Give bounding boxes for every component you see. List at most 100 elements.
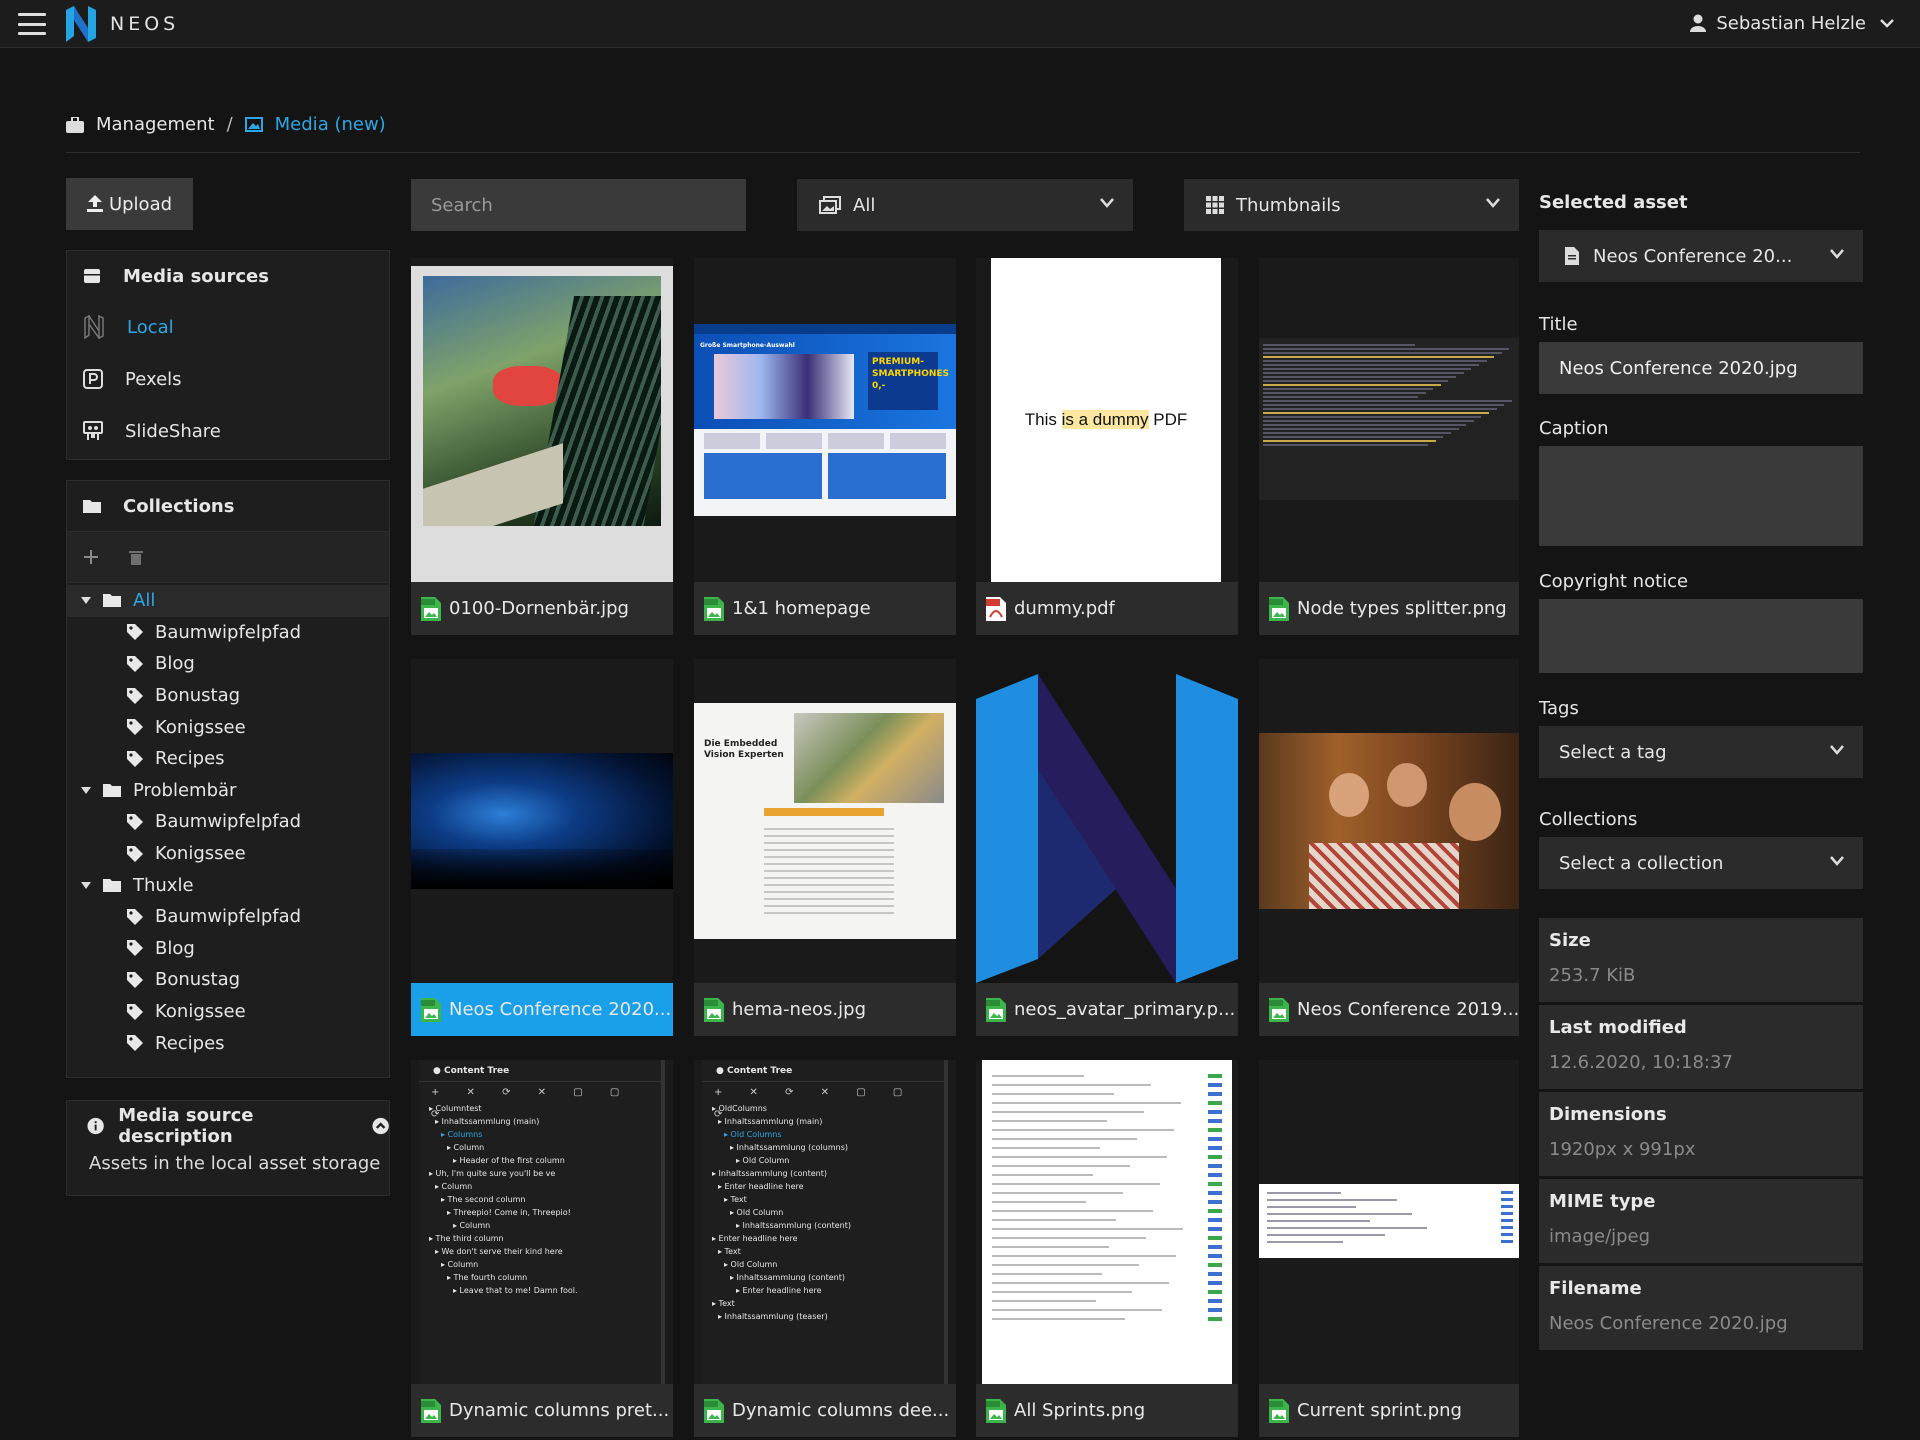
media-type-icon	[819, 196, 841, 214]
pexels-icon	[83, 369, 103, 389]
meta-value: image/jpeg	[1549, 1226, 1651, 1247]
collection-all[interactable]: All	[67, 585, 389, 617]
asset-label: hema-neos.jpg	[732, 999, 866, 1020]
image-file-icon	[1269, 997, 1289, 1022]
image-icon	[244, 117, 263, 132]
chevron-down-icon	[1830, 745, 1844, 755]
menu-toggle-button[interactable]	[16, 10, 48, 38]
chevron-down-icon	[1100, 198, 1114, 208]
caret-down-icon[interactable]	[81, 881, 91, 889]
tree-line: ▸ OldColumns	[712, 1104, 767, 1113]
tag-item-bonustag[interactable]: Bonustag	[67, 680, 389, 712]
tree-line: ▸ Uh, I'm quite sure you'll be ve	[429, 1169, 556, 1178]
meta-filename: Filename Neos Conference 2020.jpg	[1539, 1266, 1863, 1350]
asset-tile[interactable]: ● Content Tree + ✕ ⟳ ✕ ▢ ▢ ⟳ ▸ OldColumns…	[694, 1060, 956, 1437]
breadcrumb-media[interactable]: Media (new)	[244, 114, 386, 135]
tag-item-konigssee[interactable]: Konigssee	[67, 996, 389, 1028]
asset-caption: 0100-Dornenbär.jpg	[411, 582, 673, 635]
meta-value: 253.7 KiB	[1549, 965, 1636, 986]
title-field[interactable]	[1539, 342, 1863, 394]
tree-line: ▸ Inhaltssammlung (columns)	[730, 1143, 848, 1152]
tree-line: ▸ Enter headline here	[736, 1286, 822, 1295]
neos-logo[interactable]: NEOS	[66, 6, 179, 42]
asset-thumbnail	[411, 258, 673, 582]
asset-tile[interactable]: All Sprints.png	[976, 1060, 1238, 1437]
database-icon	[84, 269, 100, 283]
trash-icon	[129, 551, 143, 565]
tag-item-recipes[interactable]: Recipes	[67, 743, 389, 775]
tags-label: Tags	[1539, 698, 1579, 719]
user-menu[interactable]: Sebastian Helzle	[1690, 0, 1904, 46]
copyright-label: Copyright notice	[1539, 571, 1689, 592]
asset-tile[interactable]: Node types splitter.png	[1259, 258, 1519, 635]
asset-caption: Neos Conference 2020...	[411, 983, 673, 1036]
tree-line: ▸ Header of the first column	[453, 1156, 565, 1165]
search-input[interactable]	[411, 179, 746, 231]
tag-item-baumwipfelpfad[interactable]: Baumwipfelpfad	[67, 806, 389, 838]
collections-tree: All Baumwipfelpfad Blog Bonustag Konigssee Re…	[67, 583, 389, 1059]
caption-field[interactable]	[1539, 446, 1863, 546]
tree-line: ▸ Inhaltssammlung (content)	[712, 1169, 827, 1178]
asset-tile[interactable]: Current sprint.png	[1259, 1060, 1519, 1437]
delete-collection-button[interactable]	[129, 549, 143, 565]
asset-tile[interactable]: Neos Conference 2019...	[1259, 659, 1519, 1036]
media-source-slideshare[interactable]: SlideShare	[67, 405, 389, 457]
meta-last-modified: Last modified 12.6.2020, 10:18:37	[1539, 1005, 1863, 1089]
meta-value: 12.6.2020, 10:18:37	[1549, 1052, 1733, 1073]
tree-line: ▸ Columns	[441, 1130, 483, 1139]
asset-tile[interactable]: Große Smartphone-Auswahl PREMIUM-SMARTPH…	[694, 258, 956, 635]
tag-item-bonustag[interactable]: Bonustag	[67, 964, 389, 996]
tree-line: ▸ Columntest	[429, 1104, 482, 1113]
add-collection-button[interactable]	[83, 549, 99, 565]
asset-tile[interactable]: Die Embedded Vision Experten hema-neos.j…	[694, 659, 956, 1036]
upload-button[interactable]: Upload	[66, 178, 193, 230]
selected-asset-select[interactable]: Neos Conference 20...	[1539, 230, 1863, 282]
collection-thuxle[interactable]: Thuxle	[67, 869, 389, 901]
collection-label: Problembär	[133, 779, 237, 801]
tag-item-konigssee[interactable]: Konigssee	[67, 838, 389, 870]
collection-label: All	[133, 590, 156, 612]
view-mode-select[interactable]: Thumbnails	[1184, 179, 1519, 231]
asset-label: dummy.pdf	[1014, 598, 1115, 619]
caret-down-icon[interactable]	[81, 786, 91, 794]
tag-icon	[127, 1003, 143, 1020]
asset-caption: Node types splitter.png	[1259, 582, 1519, 635]
media-source-local[interactable]: Local	[67, 301, 389, 353]
tree-line: ▸ Enter headline here	[718, 1182, 804, 1191]
tag-item-recipes[interactable]: Recipes	[67, 1027, 389, 1059]
collection-select[interactable]: Select a collection	[1539, 837, 1863, 889]
collapse-up-icon[interactable]	[372, 1117, 389, 1135]
tree-line: ▸ We don't serve their kind here	[435, 1247, 563, 1256]
tag-select[interactable]: Select a tag	[1539, 726, 1863, 778]
brand-name: NEOS	[110, 13, 180, 35]
media-source-description-text: Assets in the local asset storage	[89, 1153, 381, 1174]
tag-item-konigssee[interactable]: Konigssee	[67, 711, 389, 743]
meta-key: Last modified	[1549, 1017, 1687, 1038]
asset-tile[interactable]: Neos Conference 2020...	[411, 659, 673, 1036]
tag-item-baumwipfelpfad[interactable]: Baumwipfelpfad	[67, 617, 389, 649]
asset-type-filter[interactable]: All	[797, 179, 1133, 231]
asset-caption: Current sprint.png	[1259, 1384, 1519, 1437]
tree-line: ▸ Old Column	[724, 1260, 778, 1269]
breadcrumb-management[interactable]: Management	[66, 114, 215, 135]
caret-down-icon[interactable]	[81, 597, 91, 605]
asset-tile[interactable]: 0100-Dornenbär.jpg	[411, 258, 673, 635]
meta-key: MIME type	[1549, 1191, 1656, 1212]
breadcrumb: Management / Media (new)	[66, 114, 386, 135]
media-sources-panel: Media sources Local Pexels SlideShare	[66, 250, 390, 460]
media-source-pexels[interactable]: Pexels	[67, 353, 389, 405]
tag-item-blog[interactable]: Blog	[67, 648, 389, 680]
copyright-field[interactable]	[1539, 599, 1863, 673]
tree-line: ▸ Column	[453, 1221, 491, 1230]
upload-icon	[86, 195, 103, 212]
tag-item-blog[interactable]: Blog	[67, 933, 389, 965]
asset-tile[interactable]: ● Content Tree + ✕ ⟳ ✕ ▢ ▢ ⟳ ▸ Columntest…	[411, 1060, 673, 1437]
briefcase-icon	[66, 116, 84, 133]
tag-label: Recipes	[155, 1032, 225, 1054]
collections-header: Collections	[67, 481, 389, 531]
tag-item-baumwipfelpfad[interactable]: Baumwipfelpfad	[67, 901, 389, 933]
asset-tile[interactable]: neos_avatar_primary.p...	[976, 659, 1238, 1036]
asset-tile[interactable]: This is a dummy PDF dummy.pdf	[976, 258, 1238, 635]
collection-problembär[interactable]: Problembär	[67, 775, 389, 807]
meta-key: Size	[1549, 930, 1591, 951]
